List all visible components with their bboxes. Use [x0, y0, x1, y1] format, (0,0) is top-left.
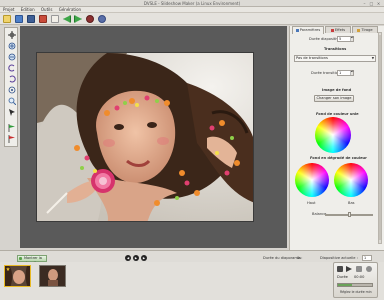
spinner-icon[interactable]: ▴▾ — [350, 36, 354, 41]
settings-icon[interactable] — [98, 15, 106, 23]
transitions-heading: Transitions — [324, 47, 347, 51]
fit-icon[interactable] — [8, 86, 16, 94]
maximize-icon[interactable]: □ — [369, 1, 374, 6]
spinner-icon[interactable]: ▴▾ — [350, 70, 354, 75]
record-icon[interactable] — [86, 15, 94, 23]
show-navigator-button[interactable]: Montrer la vignette — [17, 255, 47, 265]
play-icon[interactable] — [346, 266, 352, 272]
haut-label: Haut — [307, 201, 316, 205]
delete-icon[interactable] — [39, 15, 47, 23]
fond-degrade-heading: Fond en dégradé de couleur — [310, 156, 367, 160]
changer-image-button[interactable]: Changer son image — [314, 95, 354, 102]
progress-fill — [338, 284, 352, 286]
end-flag-icon[interactable] — [8, 135, 16, 143]
toolbar — [0, 13, 384, 25]
duree-diaporama-value: 0s — [297, 256, 302, 260]
fond-uni-heading: Fond de couleur unie — [316, 112, 359, 116]
pointer-icon[interactable] — [8, 108, 16, 116]
image-fond-heading: Image de fond — [322, 88, 352, 92]
previous-slide-button[interactable]: ◀ — [125, 255, 131, 261]
move-icon[interactable] — [8, 31, 16, 39]
tool-palette — [4, 27, 18, 147]
slide-photo[interactable] — [36, 52, 254, 222]
diapositive-actuelle-field[interactable]: 1 — [362, 255, 372, 261]
close-icon[interactable]: × — [376, 1, 381, 6]
minimize-icon[interactable]: – — [362, 1, 367, 6]
new-project-icon[interactable] — [3, 15, 11, 23]
tab-effets[interactable]: Effets — [325, 26, 351, 33]
playback-panel: Durée 00:00 Réglez le durée min — [333, 262, 378, 298]
solid-color-wheel[interactable] — [315, 117, 351, 153]
next-slide-button[interactable]: ▶ — [141, 255, 147, 261]
navigator-icon — [19, 257, 22, 260]
start-flag-icon[interactable] — [8, 124, 16, 132]
balance-slider-thumb[interactable] — [347, 212, 351, 217]
tab-parametres[interactable]: Paramètres — [292, 26, 324, 34]
diapositive-actuelle-label: Diapositive actuelle : — [320, 256, 358, 260]
progress-label: Réglez le durée min — [340, 290, 372, 294]
zoom-in-icon[interactable] — [8, 42, 16, 50]
open-icon[interactable] — [15, 15, 23, 23]
duree-diapositive-label: Durée diapositive — [309, 37, 341, 41]
tab-tirage[interactable]: Tirage — [352, 26, 378, 33]
save-icon[interactable] — [27, 15, 35, 23]
effects-icon — [330, 28, 334, 32]
tab-bar: Paramètres Effets Tirage — [292, 26, 378, 34]
properties-icon[interactable] — [51, 15, 59, 23]
rotate-left-icon[interactable] — [8, 64, 16, 72]
transition-select[interactable]: Pas de transitions ▼ — [294, 55, 376, 62]
slide-thumbnail[interactable] — [4, 265, 31, 287]
volume-icon[interactable] — [366, 266, 372, 272]
print-icon — [357, 28, 361, 32]
duree-transition-label: Durée transition — [311, 71, 341, 75]
window-title: DVSLE - Slideshow Maker (a Linux Environ… — [143, 1, 241, 6]
duree-transition-field[interactable]: 1 ▴▾ — [337, 70, 354, 76]
loop-icon[interactable] — [356, 266, 362, 272]
next-icon[interactable] — [74, 15, 82, 23]
stop-icon[interactable] — [337, 266, 343, 272]
gradient-bottom-color-wheel[interactable] — [334, 163, 368, 197]
rotate-right-icon[interactable] — [8, 75, 16, 83]
time-readout: 00:00 — [354, 275, 365, 279]
duration-label: Durée — [337, 275, 348, 279]
zoom-out-icon[interactable] — [8, 53, 16, 61]
panel-scrollbar[interactable] — [378, 32, 382, 244]
title-bar: DVSLE - Slideshow Maker (a Linux Environ… — [0, 0, 384, 7]
bas-label: Bas — [348, 201, 355, 205]
gradient-top-color-wheel[interactable] — [295, 163, 329, 197]
slide-thumbnail[interactable] — [39, 265, 66, 287]
playback-progress[interactable] — [337, 283, 373, 287]
previous-icon[interactable] — [63, 15, 71, 23]
duree-diapositive-field[interactable]: 5 ▴▾ — [337, 36, 354, 42]
parameters-icon — [295, 28, 299, 32]
settings-panel: Paramètres Effets Tirage Durée diapositi… — [289, 26, 384, 250]
play-button[interactable]: ▶ — [133, 255, 139, 261]
chevron-down-icon: ▼ — [371, 56, 374, 60]
magnifier-icon[interactable] — [8, 97, 16, 105]
